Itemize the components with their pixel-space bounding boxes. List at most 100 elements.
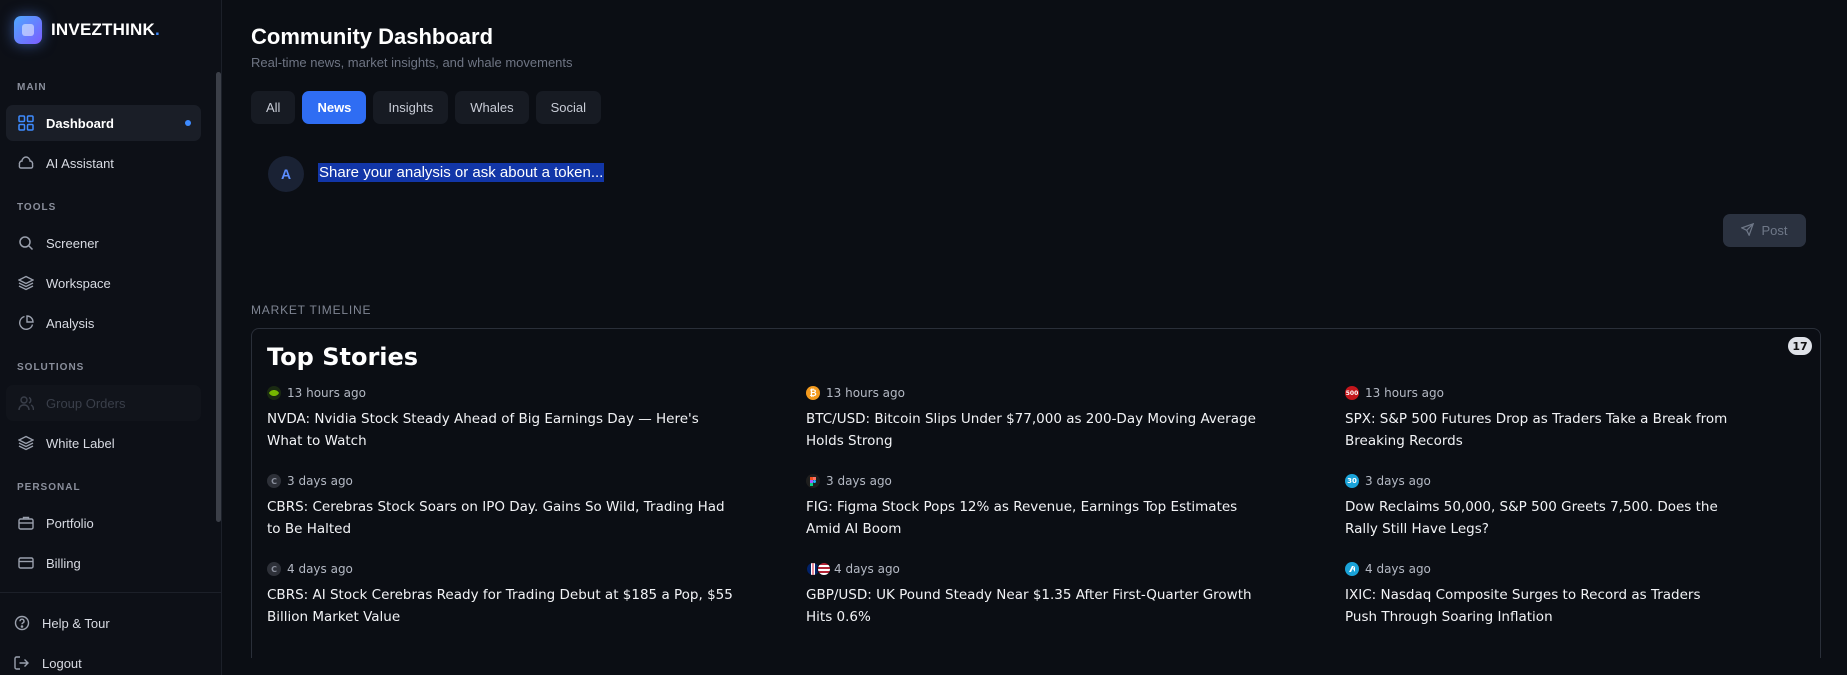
story-headline[interactable]: FIG: Figma Stock Pops 12% as Revenue, Ea… bbox=[806, 496, 1345, 540]
story-item[interactable]: 4 days ago GBP/USD: UK Pound Steady Near… bbox=[806, 560, 1345, 636]
tab-social[interactable]: Social bbox=[535, 91, 602, 124]
sidebar-item-label: AI Assistant bbox=[46, 155, 114, 171]
story-meta: 3 days ago bbox=[806, 472, 1345, 490]
sidebar-item-help-tour[interactable]: Help & Tour bbox=[2, 605, 201, 641]
section-label-solutions: SOLUTIONS bbox=[17, 361, 85, 373]
story-meta: C 3 days ago bbox=[267, 472, 806, 490]
story-item[interactable]: 3 days ago FIG: Figma Stock Pops 12% as … bbox=[806, 472, 1345, 548]
story-time: 13 hours ago bbox=[287, 386, 366, 400]
widget-title: Top Stories bbox=[267, 343, 419, 371]
sidebar-item-screener[interactable]: Screener bbox=[6, 225, 201, 261]
sidebar-item-group-orders[interactable]: Group Orders bbox=[6, 385, 201, 421]
send-icon bbox=[1740, 222, 1755, 239]
brand[interactable]: INVEZTHINK. bbox=[0, 0, 221, 60]
timeline-label: MARKET TIMELINE bbox=[251, 303, 372, 317]
sidebar-item-portfolio[interactable]: Portfolio bbox=[6, 505, 201, 541]
story-headline[interactable]: SPX: S&P 500 Futures Drop as Traders Tak… bbox=[1345, 408, 1805, 452]
story-time: 3 days ago bbox=[287, 474, 353, 488]
gbp-usd-flags-icon bbox=[806, 562, 831, 576]
sidebar-item-dashboard[interactable]: Dashboard bbox=[6, 105, 201, 141]
story-item[interactable]: 4 days ago IXIC: Nasdaq Composite Surges… bbox=[1345, 560, 1805, 636]
story-meta: 4 days ago bbox=[1345, 560, 1805, 578]
story-headline[interactable]: Dow Reclaims 50,000, S&P 500 Greets 7,50… bbox=[1345, 496, 1805, 540]
top-stories-widget: Top Stories 17 13 hours ago NVDA: Nvidia… bbox=[251, 328, 1821, 658]
sidebar-item-ai-assistant[interactable]: AI Assistant bbox=[6, 145, 201, 181]
story-item[interactable]: ₿ 13 hours ago BTC/USD: Bitcoin Slips Un… bbox=[806, 384, 1345, 460]
sidebar: INVEZTHINK. MAIN Dashboard AI Assistant … bbox=[0, 0, 222, 675]
story-headline[interactable]: CBRS: AI Stock Cerebras Ready for Tradin… bbox=[267, 584, 806, 628]
tab-news[interactable]: News bbox=[302, 91, 367, 124]
sidebar-item-label: Dashboard bbox=[46, 115, 114, 131]
story-meta: 500 13 hours ago bbox=[1345, 384, 1805, 402]
post-composer: A Share your analysis or ask about a tok… bbox=[251, 124, 1823, 299]
cerebras-icon: C bbox=[267, 562, 281, 576]
layers-icon bbox=[17, 274, 35, 292]
brain-icon bbox=[17, 154, 35, 172]
sp500-icon: 500 bbox=[1345, 386, 1359, 400]
tab-whales[interactable]: Whales bbox=[455, 91, 529, 124]
story-item[interactable]: 13 hours ago NVDA: Nvidia Stock Steady A… bbox=[267, 384, 806, 460]
post-input-placeholder: Share your analysis or ask about a token… bbox=[318, 163, 605, 182]
story-meta: C 4 days ago bbox=[267, 560, 806, 578]
story-time: 4 days ago bbox=[834, 562, 900, 576]
sidebar-item-label: Help & Tour bbox=[42, 615, 110, 631]
sidebar-scrollbar[interactable] bbox=[216, 72, 221, 522]
sidebar-item-label: Billing bbox=[46, 555, 81, 571]
pie-chart-icon bbox=[17, 314, 35, 332]
tab-insights[interactable]: Insights bbox=[373, 91, 449, 124]
stories-grid: 13 hours ago NVDA: Nvidia Stock Steady A… bbox=[267, 384, 1805, 636]
post-button-label: Post bbox=[1761, 223, 1788, 238]
briefcase-icon bbox=[17, 514, 35, 532]
brand-name: INVEZTHINK. bbox=[51, 20, 160, 39]
story-headline[interactable]: NVDA: Nvidia Stock Steady Ahead of Big E… bbox=[267, 408, 806, 452]
story-headline[interactable]: BTC/USD: Bitcoin Slips Under $77,000 as … bbox=[806, 408, 1345, 452]
story-headline[interactable]: CBRS: Cerebras Stock Soars on IPO Day. G… bbox=[267, 496, 806, 540]
active-indicator bbox=[185, 120, 191, 126]
story-headline[interactable]: IXIC: Nasdaq Composite Surges to Record … bbox=[1345, 584, 1805, 628]
brand-logo-icon bbox=[14, 16, 42, 44]
help-icon bbox=[13, 614, 31, 632]
sidebar-item-white-label[interactable]: White Label bbox=[6, 425, 201, 461]
story-item[interactable]: 500 13 hours ago SPX: S&P 500 Futures Dr… bbox=[1345, 384, 1805, 460]
story-item[interactable]: C 4 days ago CBRS: AI Stock Cerebras Rea… bbox=[267, 560, 806, 636]
post-button[interactable]: Post bbox=[1723, 214, 1806, 247]
story-meta: 4 days ago bbox=[806, 560, 1345, 578]
post-input[interactable]: Share your analysis or ask about a token… bbox=[318, 163, 1518, 186]
story-meta: 30 3 days ago bbox=[1345, 472, 1805, 490]
sidebar-item-analysis[interactable]: Analysis bbox=[6, 305, 201, 341]
story-time: 13 hours ago bbox=[1365, 386, 1444, 400]
tradingview-logo-icon[interactable]: 17 bbox=[1788, 337, 1812, 355]
story-time: 13 hours ago bbox=[826, 386, 905, 400]
nvidia-icon bbox=[267, 386, 281, 400]
sidebar-item-workspace[interactable]: Workspace bbox=[6, 265, 201, 301]
grid-icon bbox=[17, 114, 35, 132]
section-label-main: MAIN bbox=[17, 81, 47, 93]
story-time: 4 days ago bbox=[287, 562, 353, 576]
sidebar-item-label: Logout bbox=[42, 655, 82, 671]
story-headline[interactable]: GBP/USD: UK Pound Steady Near $1.35 Afte… bbox=[806, 584, 1345, 628]
story-item[interactable]: C 3 days ago CBRS: Cerebras Stock Soars … bbox=[267, 472, 806, 548]
sidebar-footer: Help & Tour Logout bbox=[0, 592, 221, 675]
story-item[interactable]: 30 3 days ago Dow Reclaims 50,000, S&P 5… bbox=[1345, 472, 1805, 548]
cerebras-icon: C bbox=[267, 474, 281, 488]
story-meta: 13 hours ago bbox=[267, 384, 806, 402]
sidebar-item-label: Group Orders bbox=[46, 395, 126, 411]
section-label-tools: TOOLS bbox=[17, 201, 57, 213]
bitcoin-icon: ₿ bbox=[806, 386, 820, 400]
sidebar-item-label: White Label bbox=[46, 435, 115, 451]
main-content: Community Dashboard Real-time news, mark… bbox=[222, 0, 1847, 675]
sidebar-item-label: Analysis bbox=[46, 315, 95, 331]
tab-all[interactable]: All bbox=[251, 91, 296, 124]
avatar: A bbox=[268, 156, 304, 192]
story-time: 3 days ago bbox=[1365, 474, 1431, 488]
sidebar-item-label: Screener bbox=[46, 235, 99, 251]
page-title: Community Dashboard bbox=[251, 24, 494, 49]
search-icon bbox=[17, 234, 35, 252]
nasdaq-icon bbox=[1345, 562, 1359, 576]
section-label-personal: PERSONAL bbox=[17, 481, 81, 493]
page-subtitle: Real-time news, market insights, and wha… bbox=[251, 55, 573, 70]
sidebar-item-logout[interactable]: Logout bbox=[2, 645, 201, 675]
layers-icon bbox=[17, 434, 35, 452]
sidebar-item-billing[interactable]: Billing bbox=[6, 545, 201, 581]
credit-card-icon bbox=[17, 554, 35, 572]
